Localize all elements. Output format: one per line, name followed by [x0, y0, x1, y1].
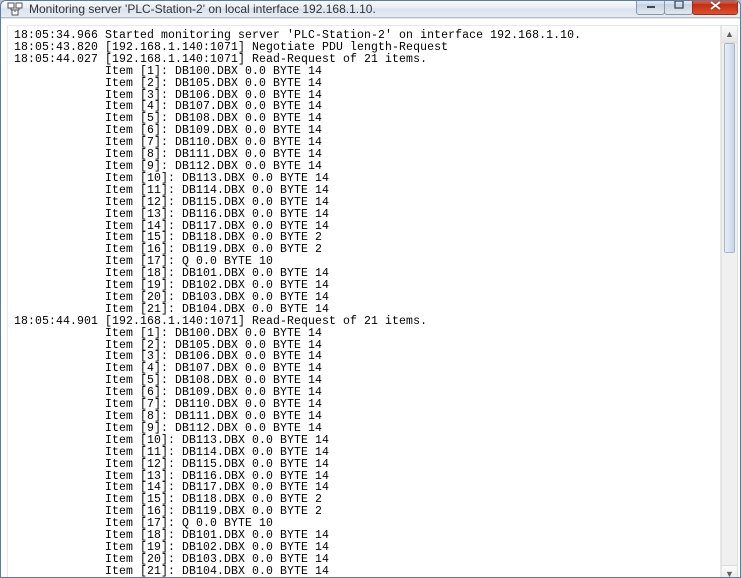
vertical-scrollbar[interactable]: ▲ ▼	[721, 25, 738, 578]
app-icon	[7, 1, 23, 17]
window-title: Monitoring server 'PLC-Station-2' on loc…	[29, 2, 637, 16]
maximize-icon	[674, 1, 684, 9]
minimize-button[interactable]	[636, 0, 665, 15]
log-output[interactable]: 18:05:34.966 Started monitoring server '…	[8, 26, 720, 578]
scroll-thumb[interactable]	[724, 43, 735, 253]
scroll-track[interactable]	[722, 43, 737, 565]
window-controls	[637, 0, 738, 15]
close-icon	[710, 1, 721, 10]
titlebar[interactable]: Monitoring server 'PLC-Station-2' on loc…	[1, 1, 740, 18]
close-button[interactable]	[692, 0, 738, 15]
log-container: 18:05:34.966 Started monitoring server '…	[7, 25, 721, 578]
client-area: 18:05:34.966 Started monitoring server '…	[1, 18, 740, 578]
minimize-icon	[646, 1, 656, 9]
scroll-up-arrow[interactable]: ▲	[722, 26, 737, 43]
scroll-down-arrow[interactable]: ▼	[722, 565, 737, 578]
app-window: Monitoring server 'PLC-Station-2' on loc…	[0, 0, 741, 578]
maximize-button[interactable]	[664, 0, 693, 15]
